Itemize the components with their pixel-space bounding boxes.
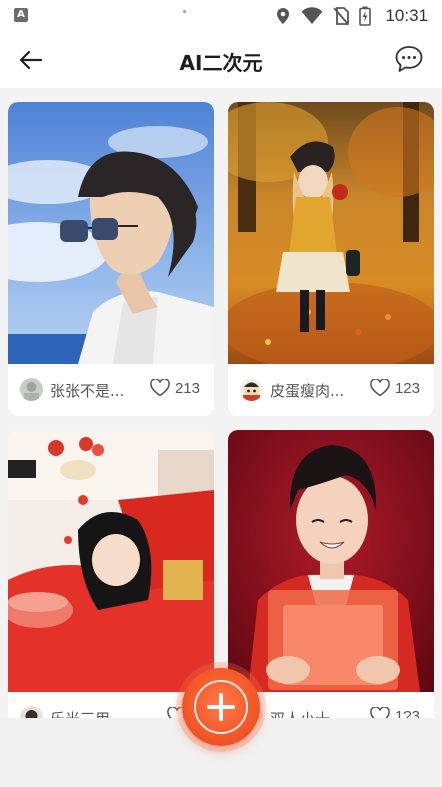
artwork-image[interactable] (8, 102, 214, 364)
like-button[interactable]: 1?3 (370, 707, 420, 718)
location-icon (277, 8, 290, 24)
artwork-image[interactable] (228, 102, 434, 364)
no-sim-icon (333, 7, 350, 25)
battery-charging-icon (359, 6, 372, 26)
page-title: AI二次元 (179, 51, 263, 75)
like-count: 213 (174, 379, 200, 397)
status-time: 10:31 (385, 6, 428, 25)
wifi-icon (301, 7, 323, 24)
author-name[interactable]: 皮蛋瘦肉... (270, 380, 344, 401)
plus-icon (207, 693, 235, 721)
avatar[interactable] (240, 378, 263, 401)
heart-outline-icon (150, 379, 170, 397)
app-notification-icon: A (14, 8, 28, 22)
artwork-image[interactable] (8, 430, 214, 692)
author-name[interactable]: 乐光三用... (50, 708, 124, 718)
artwork-feed[interactable]: 张张不是... 213 皮蛋瘦肉... 123 1?3 (0, 88, 442, 718)
artwork-image[interactable] (228, 430, 434, 692)
author-name[interactable]: 张张不是... (50, 380, 124, 401)
status-icons: 10:31 (275, 4, 428, 28)
app-header: AI二次元 (0, 32, 442, 88)
chat-bubble-icon (395, 46, 423, 72)
heart-outline-icon (370, 379, 390, 397)
like-button[interactable]: 123 (370, 379, 420, 397)
camera-dot (183, 10, 186, 13)
card-meta: 皮蛋瘦肉... 123 (228, 364, 434, 416)
avatar[interactable] (20, 378, 43, 401)
like-button[interactable]: 213 (150, 379, 200, 397)
author-name[interactable]: 双人小十... (270, 708, 344, 718)
status-bar: A 10:31 (0, 0, 442, 32)
create-button[interactable] (182, 668, 260, 746)
chat-button[interactable] (394, 44, 424, 74)
card-meta: 张张不是... 213 (8, 364, 214, 416)
artwork-card[interactable]: 皮蛋瘦肉... 123 (228, 102, 434, 416)
artwork-card[interactable]: 张张不是... 213 (8, 102, 214, 416)
heart-outline-icon (370, 707, 390, 718)
like-count: 123 (394, 379, 420, 397)
avatar[interactable] (20, 706, 43, 718)
like-count: 1?3 (394, 707, 420, 719)
